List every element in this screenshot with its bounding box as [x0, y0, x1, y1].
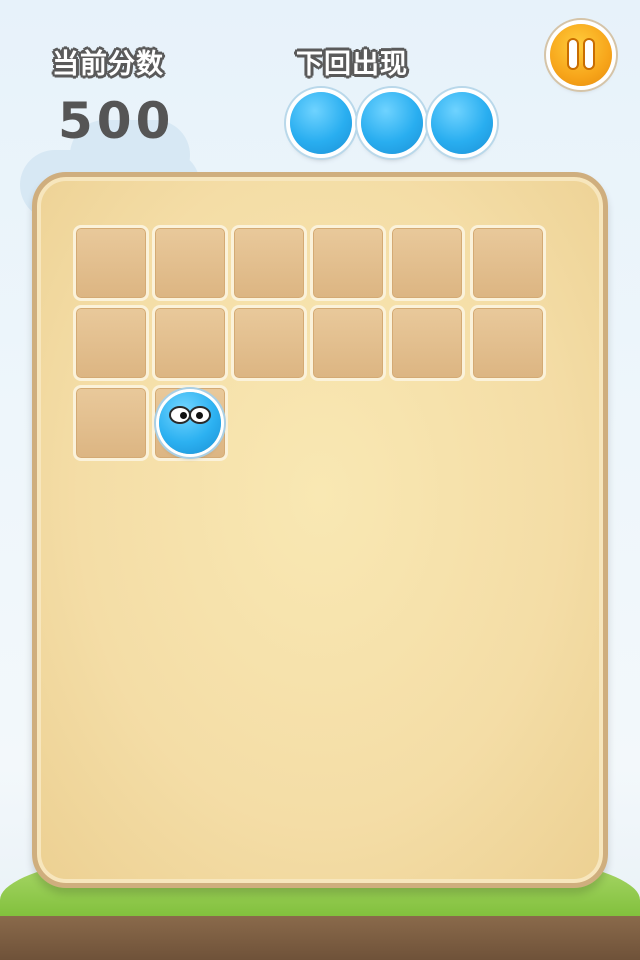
- board-cell[interactable]: [470, 305, 546, 381]
- board-cell[interactable]: [152, 225, 228, 301]
- ground: [0, 916, 640, 960]
- board-cell[interactable]: [310, 305, 386, 381]
- next-ball-3: [431, 92, 493, 154]
- next-label: 下回出现: [296, 49, 408, 80]
- board-cell[interactable]: [73, 305, 149, 381]
- next-ball-1: [290, 92, 352, 154]
- board-cell[interactable]: [231, 305, 307, 381]
- next-ball-2: [361, 92, 423, 154]
- score-value: 500: [58, 92, 175, 150]
- blue-ball[interactable]: [159, 392, 221, 454]
- pause-button[interactable]: [550, 24, 612, 86]
- board-cell[interactable]: [389, 225, 465, 301]
- board-cell[interactable]: [231, 225, 307, 301]
- board-cell[interactable]: [152, 305, 228, 381]
- game-board: [32, 172, 608, 888]
- board-cell[interactable]: [73, 225, 149, 301]
- score-label: 当前分数: [52, 49, 164, 80]
- board-cell[interactable]: [73, 385, 149, 461]
- ball-eye-left: [169, 406, 191, 424]
- ball-eye-right: [189, 406, 211, 424]
- board-cell[interactable]: [389, 305, 465, 381]
- board-cell-with-ball[interactable]: [152, 385, 228, 461]
- board-cell[interactable]: [310, 225, 386, 301]
- board-cell[interactable]: [470, 225, 546, 301]
